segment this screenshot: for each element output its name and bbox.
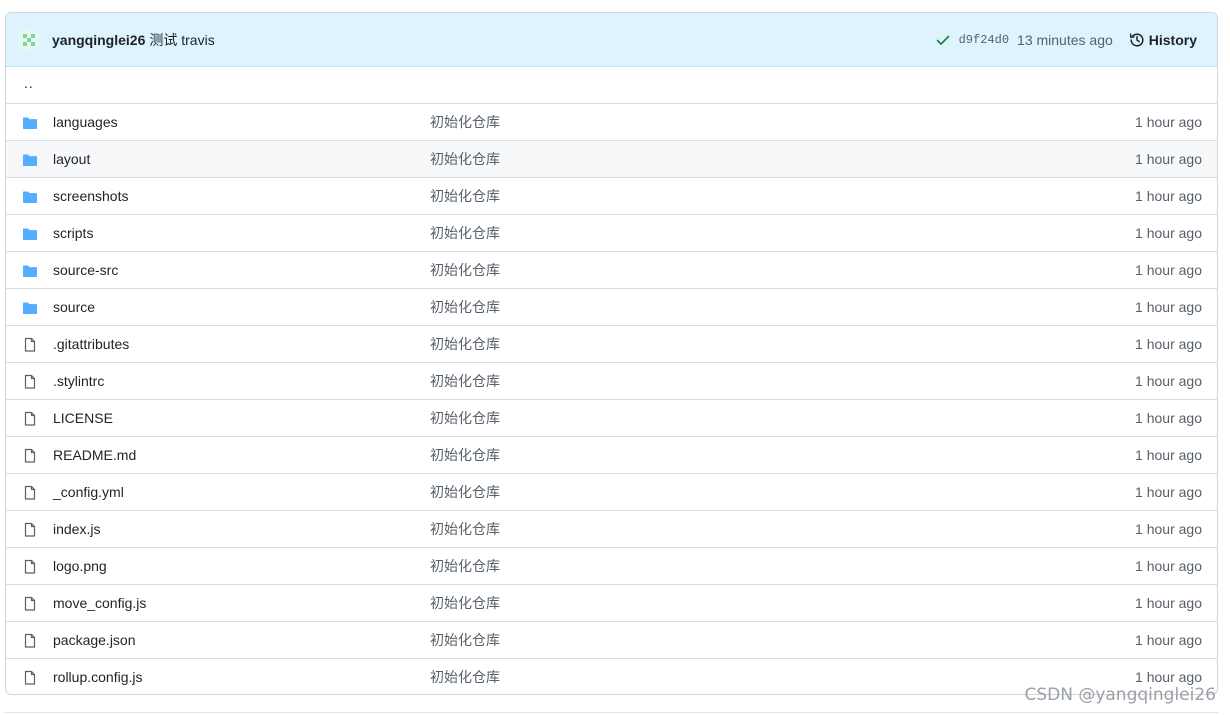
file-icon [22,559,38,575]
file-commit-age: 1 hour ago [1135,669,1202,685]
latest-commit-bar: yangqinglei26 测试 travis d9f24d0 13 minut… [6,13,1217,67]
file-name-link[interactable]: logo.png [53,558,107,574]
file-name-link[interactable]: source-src [53,262,118,278]
check-icon[interactable] [935,32,951,48]
file-icon [22,411,38,427]
file-icon [22,633,38,649]
history-label: History [1148,31,1197,48]
history-button[interactable]: History [1129,32,1197,48]
file-commit-message-link[interactable]: 初始化仓库 [430,149,500,169]
watermark: CSDN @yangqinglei26 [1024,685,1216,705]
commit-message-link[interactable]: 测试 travis [149,30,214,50]
commit-time: 13 minutes ago [1017,31,1113,48]
file-commit-age: 1 hour ago [1135,521,1202,537]
history-icon [1129,32,1144,46]
file-commit-message-link[interactable]: 初始化仓库 [430,186,500,206]
file-name-link[interactable]: move_config.js [53,595,146,611]
file-name-link[interactable]: scripts [53,225,93,241]
file-list: languages 初始化仓库 1 hour ago layout 初始化仓库 1 hou… [6,103,1217,694]
file-row[interactable]: package.json 初始化仓库 1 hour ago [6,621,1217,658]
file-row[interactable]: README.md 初始化仓库 1 hour ago [6,436,1217,473]
folder-icon [22,115,38,131]
file-commit-message-link[interactable]: 初始化仓库 [430,482,500,502]
file-name-link[interactable]: .stylintrc [53,373,104,389]
parent-directory-link[interactable]: .. [24,75,34,91]
file-commit-message-link[interactable]: 初始化仓库 [430,445,500,465]
file-icon [22,374,38,390]
file-commit-age: 1 hour ago [1135,484,1202,500]
file-commit-age: 1 hour ago [1135,299,1202,315]
avatar[interactable] [18,28,40,51]
file-commit-age: 1 hour ago [1135,188,1202,204]
file-icon [22,596,38,612]
file-commit-message-link[interactable]: 初始化仓库 [430,667,500,687]
file-icon [22,448,38,464]
file-commit-message-link[interactable]: 初始化仓库 [430,297,500,317]
file-row[interactable]: layout 初始化仓库 1 hour ago [6,140,1217,177]
file-commit-message-link[interactable]: 初始化仓库 [430,593,500,613]
file-icon [22,337,38,353]
file-name-link[interactable]: screenshots [53,188,128,204]
file-commit-message-link[interactable]: 初始化仓库 [430,408,500,428]
file-commit-message-link[interactable]: 初始化仓库 [430,112,500,132]
file-row[interactable]: move_config.js 初始化仓库 1 hour ago [6,584,1217,621]
file-commit-message-link[interactable]: 初始化仓库 [430,519,500,539]
folder-icon [22,226,38,242]
file-name-link[interactable]: LICENSE [53,410,113,426]
file-commit-age: 1 hour ago [1135,114,1202,130]
file-name-link[interactable]: rollup.config.js [53,669,143,685]
file-commit-age: 1 hour ago [1135,595,1202,611]
file-commit-message-link[interactable]: 初始化仓库 [430,371,500,391]
file-commit-age: 1 hour ago [1135,225,1202,241]
file-name-link[interactable]: README.md [53,447,136,463]
file-commit-message-link[interactable]: 初始化仓库 [430,630,500,650]
file-row[interactable]: source 初始化仓库 1 hour ago [6,288,1217,325]
file-row[interactable]: .gitattributes 初始化仓库 1 hour ago [6,325,1217,362]
file-commit-message-link[interactable]: 初始化仓库 [430,260,500,280]
file-commit-message-link[interactable]: 初始化仓库 [430,556,500,576]
file-row[interactable]: LICENSE 初始化仓库 1 hour ago [6,399,1217,436]
file-row[interactable]: scripts 初始化仓库 1 hour ago [6,214,1217,251]
file-row[interactable]: .stylintrc 初始化仓库 1 hour ago [6,362,1217,399]
file-commit-age: 1 hour ago [1135,410,1202,426]
file-browser: yangqinglei26 测试 travis d9f24d0 13 minut… [5,12,1218,695]
file-name-link[interactable]: layout [53,151,90,167]
folder-icon [22,263,38,279]
file-name-link[interactable]: _config.yml [53,484,124,500]
divider [5,712,1218,713]
file-row[interactable]: source-src 初始化仓库 1 hour ago [6,251,1217,288]
commit-author-link[interactable]: yangqinglei26 [52,32,145,48]
file-commit-age: 1 hour ago [1135,558,1202,574]
folder-icon [22,189,38,205]
file-icon [22,485,38,501]
file-commit-age: 1 hour ago [1135,373,1202,389]
file-icon [22,670,38,686]
folder-icon [22,300,38,316]
file-commit-age: 1 hour ago [1135,447,1202,463]
file-name-link[interactable]: source [53,299,95,315]
folder-icon [22,152,38,168]
commit-sha-link[interactable]: d9f24d0 [959,33,1009,47]
file-commit-age: 1 hour ago [1135,632,1202,648]
file-commit-age: 1 hour ago [1135,336,1202,352]
file-row[interactable]: _config.yml 初始化仓库 1 hour ago [6,473,1217,510]
file-name-link[interactable]: languages [53,114,118,130]
file-icon [22,522,38,538]
file-name-link[interactable]: package.json [53,632,136,648]
file-commit-age: 1 hour ago [1135,151,1202,167]
parent-directory-row[interactable]: .. [6,67,1217,103]
file-commit-message-link[interactable]: 初始化仓库 [430,334,500,354]
file-commit-age: 1 hour ago [1135,262,1202,278]
file-row[interactable]: languages 初始化仓库 1 hour ago [6,103,1217,140]
file-name-link[interactable]: .gitattributes [53,336,129,352]
file-commit-message-link[interactable]: 初始化仓库 [430,223,500,243]
file-row[interactable]: index.js 初始化仓库 1 hour ago [6,510,1217,547]
file-name-link[interactable]: index.js [53,521,100,537]
file-row[interactable]: screenshots 初始化仓库 1 hour ago [6,177,1217,214]
file-row[interactable]: logo.png 初始化仓库 1 hour ago [6,547,1217,584]
